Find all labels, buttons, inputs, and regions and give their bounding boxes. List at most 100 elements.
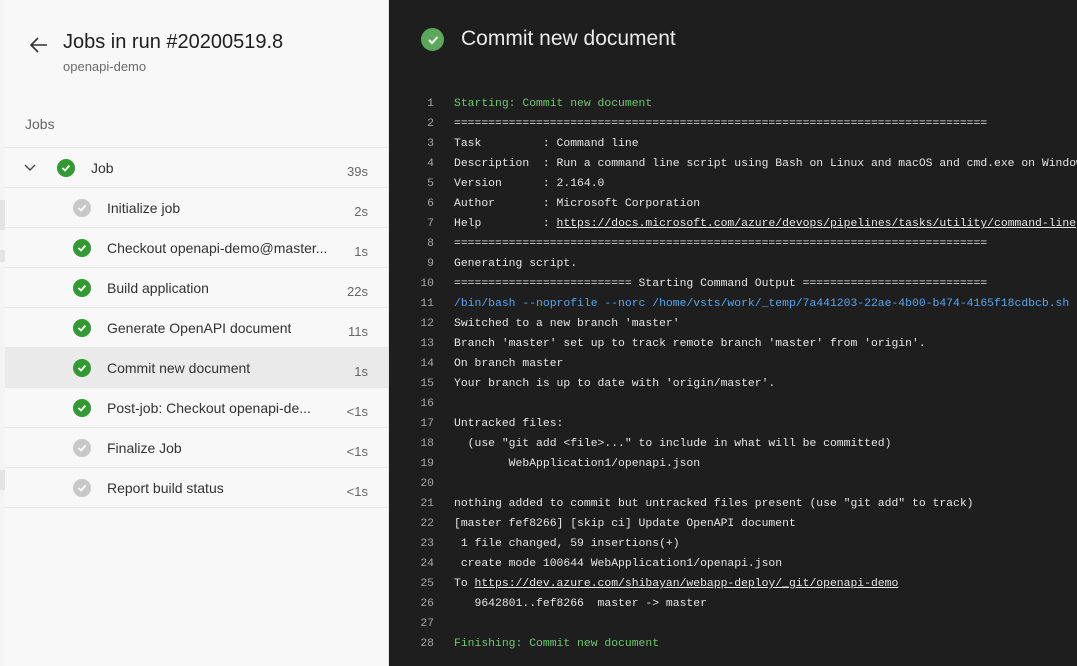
line-number: 19 <box>420 458 434 470</box>
line-number: 8 <box>427 238 434 250</box>
step-row[interactable]: Finalize Job <1s <box>5 428 388 468</box>
page-subtitle: openapi-demo <box>63 59 147 74</box>
log-text: Switched to a new branch 'master' <box>454 318 680 330</box>
line-number: 6 <box>427 198 434 210</box>
jobs-panel: Jobs in run #20200519.8 openapi-demo Job… <box>5 0 389 666</box>
success-icon <box>73 399 91 417</box>
log-text: (use "git add <file>..." to include in w… <box>454 438 892 450</box>
line-number: 11 <box>420 298 434 310</box>
log-text: On branch master <box>454 358 564 370</box>
step-row[interactable]: Commit new document 1s <box>5 348 388 388</box>
step-name: Post-job: Checkout openapi-de... <box>107 400 311 416</box>
job-list: Job 39s Initialize job 2s Checkout openapi… <box>5 147 388 508</box>
log-text: Your branch is up to date with 'origin/m… <box>454 378 776 390</box>
log-text: WebApplication1/openapi.json <box>454 458 701 470</box>
step-name: Generate OpenAPI document <box>107 320 292 336</box>
line-number: 2 <box>427 118 434 130</box>
log-text-prefix: To <box>454 578 475 590</box>
log-text: Untracked files: <box>454 418 564 430</box>
log-line: 11/bin/bash --noprofile --norc /home/vst… <box>389 294 1077 314</box>
success-icon <box>73 359 91 377</box>
pending-icon <box>73 479 91 497</box>
job-name: Job <box>91 160 114 176</box>
line-number: 3 <box>427 138 434 150</box>
log-line: 2 =======================================… <box>389 114 1077 134</box>
log-line: 19 WebApplication1/openapi.json <box>389 454 1077 474</box>
log-panel: Commit new document 1 Starting: Commit ne… <box>389 0 1077 666</box>
line-number: 14 <box>420 358 434 370</box>
log-link[interactable]: https://docs.microsoft.com/azure/devops/… <box>557 218 1077 230</box>
log-line: 14 On branch master <box>389 354 1077 374</box>
line-number: 7 <box>427 218 434 230</box>
jobs-section-label: Jobs <box>25 116 55 132</box>
line-number: 16 <box>420 398 434 410</box>
step-duration: 22s <box>347 284 368 299</box>
log-link[interactable]: https://dev.azure.com/shibayan/webapp-de… <box>475 578 899 590</box>
success-icon <box>73 239 91 257</box>
log-line: 8 =======================================… <box>389 234 1077 254</box>
line-number: 28 <box>420 638 434 650</box>
line-number: 27 <box>420 618 434 630</box>
line-number: 24 <box>420 558 434 570</box>
log-text: Task : Command line <box>454 138 639 150</box>
chevron-down-icon[interactable] <box>23 161 37 175</box>
log-line: 5 Version : 2.164.0 <box>389 174 1077 194</box>
step-row[interactable]: Checkout openapi-demo@master... 1s <box>5 228 388 268</box>
log-line: 26 9642801..fef8266 master -> master <box>389 594 1077 614</box>
back-button[interactable] <box>27 33 51 57</box>
log-output: 1 Starting: Commit new document 2 =========… <box>389 94 1077 654</box>
job-duration: 39s <box>347 164 368 179</box>
line-number: 20 <box>420 478 434 490</box>
log-text: Starting: Commit new document <box>454 98 653 110</box>
log-line: 7 Help : https://docs.microsoft.com/azure… <box>389 214 1077 234</box>
log-text: /bin/bash --noprofile --norc /home/vsts/… <box>454 298 1070 310</box>
page-title: Jobs in run #20200519.8 <box>63 31 284 53</box>
step-name: Finalize Job <box>107 440 182 456</box>
log-line: 20 <box>389 474 1077 494</box>
log-text: ========================== Starting Comm… <box>454 278 988 290</box>
log-title: Commit new document <box>461 27 676 50</box>
step-name: Initialize job <box>107 200 181 216</box>
log-line: 25 To https://dev.azure.com/shibayan/weba… <box>389 574 1077 594</box>
step-name: Build application <box>107 280 209 296</box>
log-text: Finishing: Commit new document <box>454 638 660 650</box>
log-text: Version : 2.164.0 <box>454 178 605 190</box>
log-line: 4 Description : Run a command line script… <box>389 154 1077 174</box>
log-text: nothing added to commit but untracked fi… <box>454 498 974 510</box>
log-line: 16 <box>389 394 1077 414</box>
arrow-left-icon <box>29 37 47 53</box>
step-duration: <1s <box>346 444 368 459</box>
log-text: Description : Run a command line script … <box>454 158 1077 170</box>
log-line: 13 Branch 'master' set up to track remote… <box>389 334 1077 354</box>
pending-icon <box>73 439 91 457</box>
line-number: 9 <box>427 258 434 270</box>
step-row[interactable]: Generate OpenAPI document 11s <box>5 308 388 348</box>
log-text: ========================================… <box>454 118 988 130</box>
line-number: 1 <box>427 98 434 110</box>
success-icon <box>73 279 91 297</box>
line-number: 5 <box>427 178 434 190</box>
step-row[interactable]: Build application 22s <box>5 268 388 308</box>
step-name: Commit new document <box>107 360 251 376</box>
step-row[interactable]: Post-job: Checkout openapi-de... <1s <box>5 388 388 428</box>
step-duration: <1s <box>346 404 368 419</box>
line-number: 22 <box>420 518 434 530</box>
log-text-prefix: Help : <box>454 218 557 230</box>
success-icon <box>57 159 75 177</box>
log-text: [master fef8266] [skip ci] Update OpenAP… <box>454 518 796 530</box>
log-line: 23 1 file changed, 59 insertions(+) <box>389 534 1077 554</box>
step-row[interactable]: Report build status <1s <box>5 468 388 508</box>
log-line: 24 create mode 100644 WebApplication1/op… <box>389 554 1077 574</box>
line-number: 15 <box>420 378 434 390</box>
job-row[interactable]: Job 39s <box>5 148 388 188</box>
step-name: Report build status <box>107 480 224 496</box>
line-number: 23 <box>420 538 434 550</box>
step-duration: 1s <box>354 244 368 259</box>
log-text: Author : Microsoft Corporation <box>454 198 701 210</box>
success-icon <box>73 319 91 337</box>
line-number: 13 <box>420 338 434 350</box>
step-row[interactable]: Initialize job 2s <box>5 188 388 228</box>
line-number: 4 <box>427 158 434 170</box>
log-text: Help : https://docs.microsoft.com/azure/… <box>454 214 1076 234</box>
log-line: 9 Generating script. <box>389 254 1077 274</box>
